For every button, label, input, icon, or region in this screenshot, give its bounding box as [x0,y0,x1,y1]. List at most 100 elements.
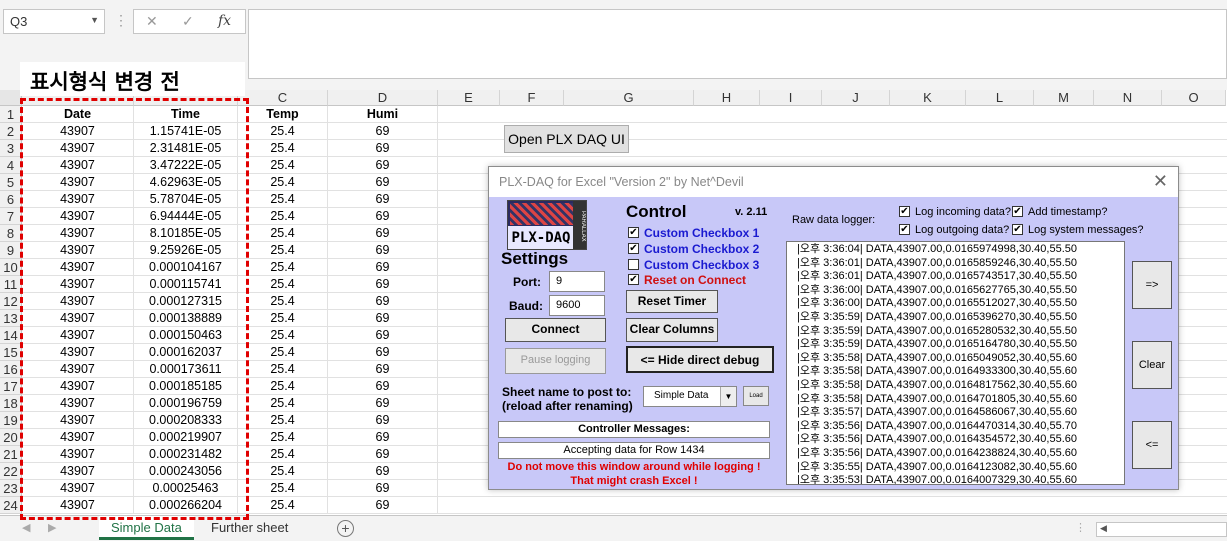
add-sheet-icon[interactable]: + [337,520,354,537]
cell-humi[interactable]: 69 [328,310,438,327]
reset-timer-button[interactable]: Reset Timer [626,290,718,313]
row-header[interactable]: 6 [0,191,22,208]
cell-temp[interactable]: 25.4 [238,208,328,225]
cell-date[interactable]: 43907 [22,361,134,378]
cell-humi[interactable]: 69 [328,157,438,174]
cell-date[interactable]: 43907 [22,310,134,327]
column-header-l[interactable]: L [966,90,1034,106]
cell-temp[interactable]: 25.4 [238,344,328,361]
cell-humi[interactable]: 69 [328,497,438,514]
enter-icon[interactable]: ✓ [182,13,194,30]
cell-time[interactable]: 0.000185185 [134,378,238,395]
row-header[interactable]: 20 [0,429,22,446]
cell-humi[interactable]: 69 [328,191,438,208]
cell-time[interactable]: 3.47222E-05 [134,157,238,174]
cancel-icon[interactable]: ✕ [146,13,158,30]
raw-data-logger[interactable]: |오후 3:36:04| DATA,43907.00,0.0165974998,… [786,241,1125,485]
row-header[interactable]: 7 [0,208,22,225]
cell-humi[interactable]: 69 [328,276,438,293]
row-header[interactable]: 18 [0,395,22,412]
row-header[interactable]: 1 [0,106,22,123]
row-header[interactable]: 11 [0,276,22,293]
load-button[interactable]: Load [743,386,769,406]
column-header-k[interactable]: K [890,90,966,106]
column-header-c[interactable]: C [238,90,328,106]
cell-time[interactable]: 0.000208333 [134,412,238,429]
cell-date[interactable]: 43907 [22,123,134,140]
cell-humi[interactable]: 69 [328,123,438,140]
cell-date[interactable]: 43907 [22,412,134,429]
cell-time[interactable]: 0.000196759 [134,395,238,412]
cell-humi[interactable]: 69 [328,327,438,344]
cell-time[interactable]: 0.000219907 [134,429,238,446]
log-outgoing-checkbox[interactable]: ✔ [899,224,910,235]
cell-date[interactable]: 43907 [22,225,134,242]
cell-time[interactable]: 0.000115741 [134,276,238,293]
column-header-o[interactable]: O [1162,90,1226,106]
cell-temp[interactable]: 25.4 [238,378,328,395]
column-header-f[interactable]: F [500,90,564,106]
header-cell-date[interactable]: Date [22,106,134,123]
cell-time[interactable]: 0.000243056 [134,463,238,480]
cell-date[interactable]: 43907 [22,140,134,157]
cell-time[interactable]: 0.000173611 [134,361,238,378]
row-header[interactable]: 24 [0,497,22,514]
chevron-down-icon[interactable]: ▼ [720,387,736,406]
cell-humi[interactable]: 69 [328,140,438,157]
cell-time[interactable]: 5.78704E-05 [134,191,238,208]
column-header-m[interactable]: M [1034,90,1094,106]
cell-time[interactable]: 9.25926E-05 [134,242,238,259]
log-system-checkbox[interactable]: ✔ [1012,224,1023,235]
column-header-e[interactable]: E [438,90,500,106]
cell-humi[interactable]: 69 [328,174,438,191]
cell-time[interactable]: 0.000162037 [134,344,238,361]
cell-humi[interactable]: 69 [328,208,438,225]
row-header[interactable]: 14 [0,327,22,344]
cell-time[interactable]: 0.000127315 [134,293,238,310]
reset-on-connect-checkbox[interactable]: ✔ [628,274,639,285]
row-header[interactable]: 23 [0,480,22,497]
header-cell-time[interactable]: Time [134,106,238,123]
send-right-button[interactable]: => [1132,261,1172,309]
cell-humi[interactable]: 69 [328,242,438,259]
cell-humi[interactable]: 69 [328,429,438,446]
cell-date[interactable]: 43907 [22,259,134,276]
select-all-corner[interactable] [0,90,22,106]
tab-simple-data[interactable]: Simple Data [99,516,194,540]
cell-date[interactable]: 43907 [22,497,134,514]
row-header[interactable]: 12 [0,293,22,310]
cell-humi[interactable]: 69 [328,293,438,310]
cell-time[interactable]: 0.00025463 [134,480,238,497]
row-header[interactable]: 22 [0,463,22,480]
horizontal-scrollbar[interactable]: ◀ [1096,522,1227,537]
cell-date[interactable]: 43907 [22,208,134,225]
cell-humi[interactable]: 69 [328,395,438,412]
column-header-j[interactable]: J [822,90,890,106]
cell-humi[interactable]: 69 [328,412,438,429]
hide-debug-button[interactable]: <= Hide direct debug [626,346,774,373]
column-header-n[interactable]: N [1094,90,1162,106]
cell-date[interactable]: 43907 [22,395,134,412]
column-header-h[interactable]: H [694,90,760,106]
column-header-i[interactable]: I [760,90,822,106]
row-header[interactable]: 9 [0,242,22,259]
row-header[interactable]: 15 [0,344,22,361]
cell-humi[interactable]: 69 [328,378,438,395]
cell-humi[interactable]: 69 [328,361,438,378]
column-header-g[interactable]: G [564,90,694,106]
row-header[interactable]: 19 [0,412,22,429]
cell-temp[interactable]: 25.4 [238,293,328,310]
log-incoming-checkbox[interactable]: ✔ [899,206,910,217]
cell-date[interactable]: 43907 [22,378,134,395]
column-header-d[interactable]: D [328,90,438,106]
header-cell-temp[interactable]: Temp [238,106,328,123]
chevron-down-icon[interactable]: ▼ [90,15,99,25]
cell-temp[interactable]: 25.4 [238,259,328,276]
cell-time[interactable]: 0.000104167 [134,259,238,276]
cell-humi[interactable]: 69 [328,225,438,242]
close-icon[interactable]: ✕ [1153,171,1168,192]
cell-temp[interactable]: 25.4 [238,412,328,429]
cell-humi[interactable]: 69 [328,259,438,276]
cell-date[interactable]: 43907 [22,293,134,310]
cell-temp[interactable]: 25.4 [238,225,328,242]
